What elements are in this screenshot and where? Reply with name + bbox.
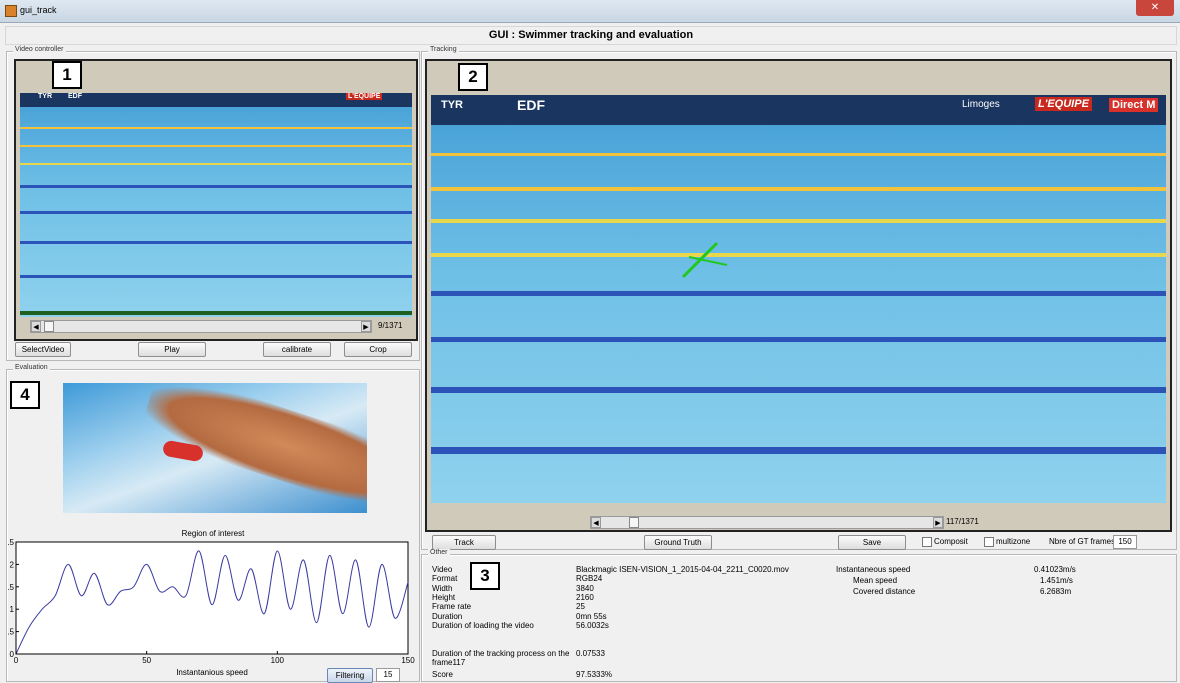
speed-key: Covered distance bbox=[853, 587, 916, 596]
window-title: gui_track bbox=[20, 5, 57, 15]
composit-checkbox[interactable] bbox=[922, 537, 932, 547]
pool-video-image bbox=[20, 93, 412, 317]
calibrate-button[interactable]: calibrate bbox=[263, 342, 331, 357]
marker-4: 4 bbox=[10, 381, 40, 409]
info-key: Duration bbox=[432, 611, 463, 621]
play-button[interactable]: Play bbox=[138, 342, 206, 357]
info-key: Width bbox=[432, 583, 453, 593]
info-value: 0mn 55s bbox=[576, 611, 607, 621]
info-value: 25 bbox=[576, 602, 585, 612]
banner-direct: Direct M bbox=[1109, 98, 1159, 112]
panel-label-video-controller: Video controller bbox=[13, 46, 66, 53]
speed-key: Instantaneous speed bbox=[836, 565, 911, 574]
marker-3: 3 bbox=[470, 562, 500, 590]
page-title: GUI : Swimmer tracking and evaluation bbox=[488, 29, 694, 41]
filtering-button[interactable]: Filtering bbox=[327, 668, 373, 683]
speed-value: 0.41023m/s bbox=[1034, 565, 1076, 574]
info-key: Video bbox=[432, 565, 453, 574]
tracking-marker bbox=[681, 241, 728, 279]
banner-edf: EDF bbox=[68, 93, 82, 100]
chart-title: Region of interest bbox=[181, 529, 245, 538]
multizone-label: multizone bbox=[996, 537, 1031, 546]
info-value: 56.0032s bbox=[576, 620, 609, 630]
marker-1: 1 bbox=[52, 61, 82, 89]
track-button[interactable]: Track bbox=[432, 535, 496, 550]
info-key: Format bbox=[432, 574, 458, 584]
banner-lequipe-large: L'EQUIPE bbox=[1035, 97, 1092, 111]
tracking-slider[interactable]: ◀ ▶ bbox=[590, 516, 944, 529]
x-axis-label: Instantanious speed bbox=[176, 668, 248, 677]
tracking-duration-value: 0.07533 bbox=[576, 649, 605, 658]
panel-label-other: Other bbox=[428, 549, 450, 556]
y-tick-label: 2 bbox=[10, 560, 15, 569]
info-value: Blackmagic ISEN-VISION_1_2015-04-04_2211… bbox=[576, 565, 789, 574]
multizone-checkbox[interactable] bbox=[984, 537, 994, 547]
x-tick-label: 100 bbox=[271, 656, 285, 665]
slider-right-arrow-icon[interactable]: ▶ bbox=[361, 321, 371, 332]
banner-edf-large: EDF bbox=[517, 97, 545, 113]
gt-frames-input[interactable]: 150 bbox=[1113, 535, 1137, 549]
panel-label-evaluation: Evaluation bbox=[13, 364, 50, 371]
score-value: 97.5333% bbox=[576, 670, 613, 679]
roi-image bbox=[63, 383, 367, 513]
banner-tyr-large: TYR bbox=[441, 99, 463, 111]
info-value: 3840 bbox=[576, 583, 594, 593]
y-tick-label: .5 bbox=[7, 628, 14, 637]
y-tick-label: 1 bbox=[10, 605, 15, 614]
tracking-duration-label: Duration of the tracking process on the … bbox=[432, 649, 570, 667]
x-tick-label: 0 bbox=[14, 656, 19, 665]
speed-key: Mean speed bbox=[853, 576, 898, 585]
tracking-slider-left-arrow-icon[interactable]: ◀ bbox=[591, 517, 601, 528]
marker-2: 2 bbox=[458, 63, 488, 91]
speed-value: 6.2683m bbox=[1040, 587, 1072, 596]
score-label: Score bbox=[432, 670, 453, 679]
frame-counter: 9/1371 bbox=[378, 321, 403, 330]
crop-button[interactable]: Crop bbox=[344, 342, 412, 357]
info-value: 2160 bbox=[576, 592, 594, 602]
ground-truth-button[interactable]: Ground Truth bbox=[644, 535, 712, 550]
slider-left-arrow-icon[interactable]: ◀ bbox=[31, 321, 41, 332]
banner-limoges: Limoges bbox=[962, 99, 1000, 110]
header-panel: GUI : Swimmer tracking and evaluation bbox=[5, 26, 1177, 45]
x-tick-label: 150 bbox=[401, 656, 415, 665]
info-key: Frame rate bbox=[432, 602, 472, 612]
close-icon[interactable]: ✕ bbox=[1136, 0, 1174, 16]
tracking-video[interactable]: TYR EDF Limoges L'EQUIPE Direct M bbox=[425, 59, 1172, 532]
filtering-input[interactable]: 15 bbox=[376, 668, 400, 682]
video-preview[interactable]: TYR EDF L'EQUIPE bbox=[14, 59, 418, 341]
speed-line-chart: 0 50 100 150 0 .5 1 .5 2 .5 Instantanious speed bbox=[7, 538, 415, 677]
info-key: Height bbox=[432, 592, 456, 602]
plot-area bbox=[15, 541, 409, 655]
composit-label: Composit bbox=[934, 537, 968, 546]
y-tick-label: .5 bbox=[7, 583, 14, 592]
slider-thumb[interactable] bbox=[43, 321, 54, 332]
speed-value: 1.451m/s bbox=[1040, 576, 1073, 585]
tracking-frame-counter: 117/1371 bbox=[946, 517, 979, 526]
tracking-slider-right-arrow-icon[interactable]: ▶ bbox=[933, 517, 943, 528]
x-tick-label: 50 bbox=[142, 656, 151, 665]
banner-tyr: TYR bbox=[38, 93, 52, 100]
y-tick-label: 0 bbox=[10, 650, 15, 659]
app-icon bbox=[5, 5, 17, 17]
select-video-button[interactable]: SelectVideo bbox=[15, 342, 71, 357]
info-value: RGB24 bbox=[576, 574, 603, 584]
panel-label-tracking: Tracking bbox=[428, 46, 459, 53]
y-tick-label: .5 bbox=[7, 538, 14, 547]
video-controller-slider[interactable]: ◀ ▶ bbox=[30, 320, 372, 333]
window-title-bar bbox=[0, 0, 1180, 23]
gt-frames-label: Nbre of GT frames bbox=[1049, 537, 1116, 546]
save-button[interactable]: Save bbox=[838, 535, 906, 550]
info-key: Duration of loading the video bbox=[432, 620, 534, 630]
banner-lequipe: L'EQUIPE bbox=[346, 93, 383, 100]
tracking-slider-thumb[interactable] bbox=[629, 517, 640, 528]
